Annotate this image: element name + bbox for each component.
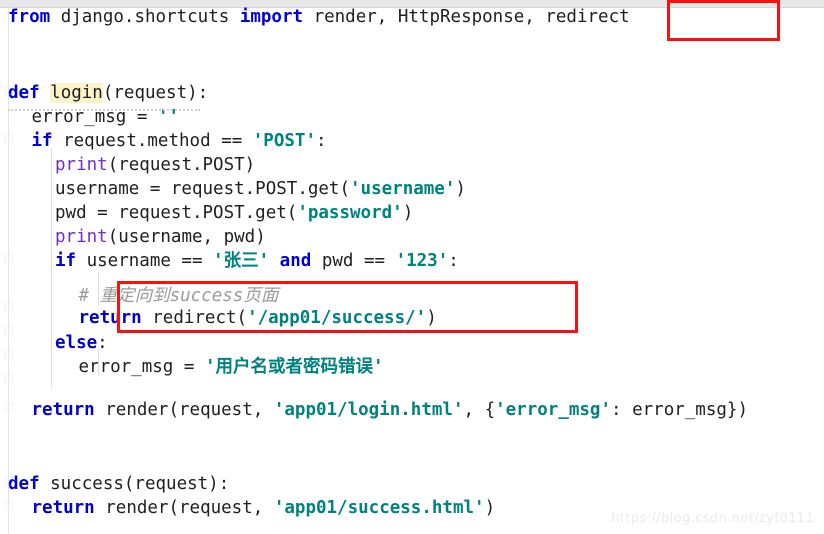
line-return-render-success-token-2: 'app01/success.html' — [273, 498, 485, 518]
code-editor-screenshot: from django.shortcuts import render, Htt… — [0, 0, 824, 534]
line-print-creds-token-0: print — [55, 227, 108, 247]
line-if-credentials-token-1: username == — [76, 251, 214, 271]
line-return-render-login[interactable]: return render(request, 'app01/login.html… — [32, 398, 748, 422]
line-if-method-token-0: if — [31, 131, 53, 151]
line-return-render-login-token-0: return — [31, 400, 95, 420]
line-username-get[interactable]: username = request.POST.get('username') — [55, 177, 466, 201]
line-if-method[interactable]: if request.method == 'POST': — [32, 129, 327, 153]
line-def-login-token-3: (request): — [102, 83, 209, 103]
fold-marker-icon-0[interactable]: ⬚ — [0, 78, 18, 102]
line-return-render-success-token-0: return — [31, 498, 95, 518]
line-print-post[interactable]: print(request.POST) — [55, 153, 255, 177]
line-pwd-get[interactable]: pwd = request.POST.get('password') — [55, 201, 413, 225]
line-if-credentials-token-7: : — [448, 251, 459, 271]
line-def-success[interactable]: def success(request): — [8, 472, 229, 496]
line-import-token-1: django.shortcuts — [50, 7, 240, 27]
line-import-token-3: render, HttpResponse, redirect — [303, 7, 630, 27]
fold-marker-icon-7[interactable]: ⬚ — [0, 395, 18, 419]
fold-marker-icon-6[interactable]: ⬚ — [0, 366, 18, 390]
line-username-get-token-2: ) — [455, 179, 466, 199]
fold-marker-icon-9[interactable]: ⬚ — [0, 493, 18, 517]
line-username-get-token-1: 'username' — [350, 179, 456, 199]
line-import[interactable]: from django.shortcuts import render, Htt… — [8, 5, 630, 29]
line-if-credentials[interactable]: if username == '张三' and pwd == '123': — [55, 249, 459, 273]
fold-marker-icon-2[interactable]: ⬚ — [0, 246, 18, 270]
line-if-credentials-token-4: and — [279, 251, 312, 271]
line-return-render-login-token-3: , { — [463, 400, 496, 420]
line-print-creds[interactable]: print(username, pwd) — [55, 225, 266, 249]
line-pwd-get-token-0: pwd = request.POST.get( — [55, 203, 298, 223]
line-else-token-0: else — [55, 333, 98, 353]
line-return-render-login-token-1: render(request, — [94, 400, 274, 420]
fold-marker-icon-4[interactable]: ⬚ — [0, 318, 18, 342]
line-def-login[interactable]: def login(request): — [8, 81, 208, 105]
line-if-method-token-3: : — [315, 131, 327, 151]
line-error-msg-assign[interactable]: error_msg = '用户名或者密码错误' — [79, 355, 384, 379]
line-username-get-token-0: username = request.POST.get( — [55, 179, 351, 199]
redirect-return-highlight — [117, 281, 578, 333]
fold-marker-icon-3[interactable]: ⬚ — [0, 294, 18, 318]
fold-marker-icon-1[interactable]: ⬚ — [0, 126, 18, 150]
line-pwd-get-token-2: ) — [402, 203, 414, 223]
code-surface[interactable]: from django.shortcuts import render, Htt… — [0, 7, 824, 534]
line-return-render-success-token-1: render(request, — [94, 498, 274, 518]
line-print-post-token-0: print — [55, 155, 108, 175]
fold-marker-icon-5[interactable]: ⬚ — [0, 342, 18, 366]
redirect-import-highlight — [667, 0, 780, 41]
line-import-token-0: from — [8, 7, 51, 27]
line-pwd-get-token-1: 'password' — [297, 203, 403, 223]
line-if-credentials-token-5: pwd == — [311, 251, 396, 271]
line-return-render-success-token-3: ) — [484, 498, 496, 518]
line-if-credentials-token-3 — [269, 251, 280, 271]
line-return-render-login-token-4: 'error_msg' — [495, 400, 612, 420]
line-def-login-token-1 — [40, 83, 51, 103]
line-if-method-token-1: request.method == — [52, 131, 253, 151]
line-import-token-2: import — [239, 7, 304, 27]
line-if-credentials-token-6: '123' — [395, 251, 449, 271]
watermark-text: https://blog.csdn.net/zyf0111 — [611, 511, 814, 526]
line-print-creds-token-1: (username, pwd) — [107, 227, 266, 247]
line-if-method-token-2: 'POST' — [252, 131, 316, 151]
line-print-post-token-1: (request.POST) — [107, 155, 256, 175]
line-return-render-success[interactable]: return render(request, 'app01/success.ht… — [32, 496, 496, 520]
indent-guide-1 — [98, 272, 99, 306]
line-def-login-token-2: login — [50, 83, 103, 103]
fold-marker-icon-8[interactable]: ⬚ — [0, 469, 18, 493]
line-else[interactable]: else: — [55, 331, 108, 355]
indent-guide-0 — [51, 148, 52, 388]
line-def-success-token-1: success(request): — [39, 474, 230, 494]
indent-guide-2 — [98, 348, 99, 376]
line-if-credentials-token-0: if — [55, 251, 77, 271]
line-return-render-login-token-5: : error_msg}) — [611, 400, 748, 420]
line-if-credentials-token-2: '张三' — [213, 251, 270, 271]
line-return-render-login-token-2: 'app01/login.html' — [273, 400, 464, 420]
line-error-msg-assign-token-1: '用户名或者密码错误' — [204, 357, 384, 377]
inspection-squiggle — [8, 106, 200, 111]
